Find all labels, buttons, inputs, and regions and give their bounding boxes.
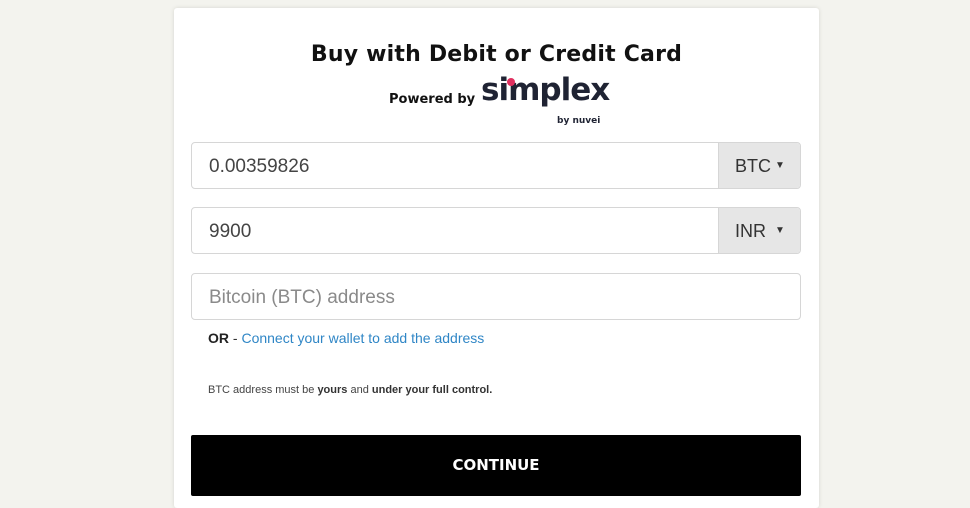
powered-by-label: Powered by [389,92,476,107]
or-label: OR [208,330,229,346]
crypto-currency-value: BTC [735,156,771,176]
page-title: Buy with Debit or Credit Card [310,42,683,67]
note-text-4: under your full control. [371,384,493,396]
crypto-amount-field: 0.00359826 BTC ▼ [191,142,801,189]
fiat-amount-input[interactable]: 9900 [209,221,251,243]
continue-button[interactable]: CONTINUE [191,435,801,496]
note-text-1: BTC address must be [208,384,315,396]
fiat-currency-value: INR [735,221,766,241]
crypto-currency-select[interactable]: BTC ▼ [718,143,800,188]
simplex-logo: simplex [481,72,610,108]
note-text-2: yours [317,384,348,396]
fiat-amount-field: 9900 INR ▼ [191,207,801,254]
nuvei-logo: by nuvei [557,116,600,126]
fiat-currency-select[interactable]: INR ▼ [718,208,800,253]
buy-card: Buy with Debit or Credit Card Powered by… [174,8,819,508]
caret-down-icon: ▼ [775,225,785,236]
logo-dot-icon [507,78,515,86]
crypto-amount-input[interactable]: 0.00359826 [209,156,309,178]
connect-wallet-link[interactable]: Connect your wallet to add the address [241,330,484,346]
btc-address-field[interactable]: Bitcoin (BTC) address [191,273,801,320]
logo-nuvei-text: nuvei [572,116,601,126]
note-text-3: and [350,384,369,396]
btc-address-input[interactable]: Bitcoin (BTC) address [209,287,395,309]
logo-by-text: by [557,116,570,126]
wallet-connect-line: OR - Connect your wallet to add the addr… [208,330,484,346]
address-note: BTC address must be yours and under your… [208,384,492,396]
or-separator: - [232,330,238,346]
caret-down-icon: ▼ [775,160,785,171]
